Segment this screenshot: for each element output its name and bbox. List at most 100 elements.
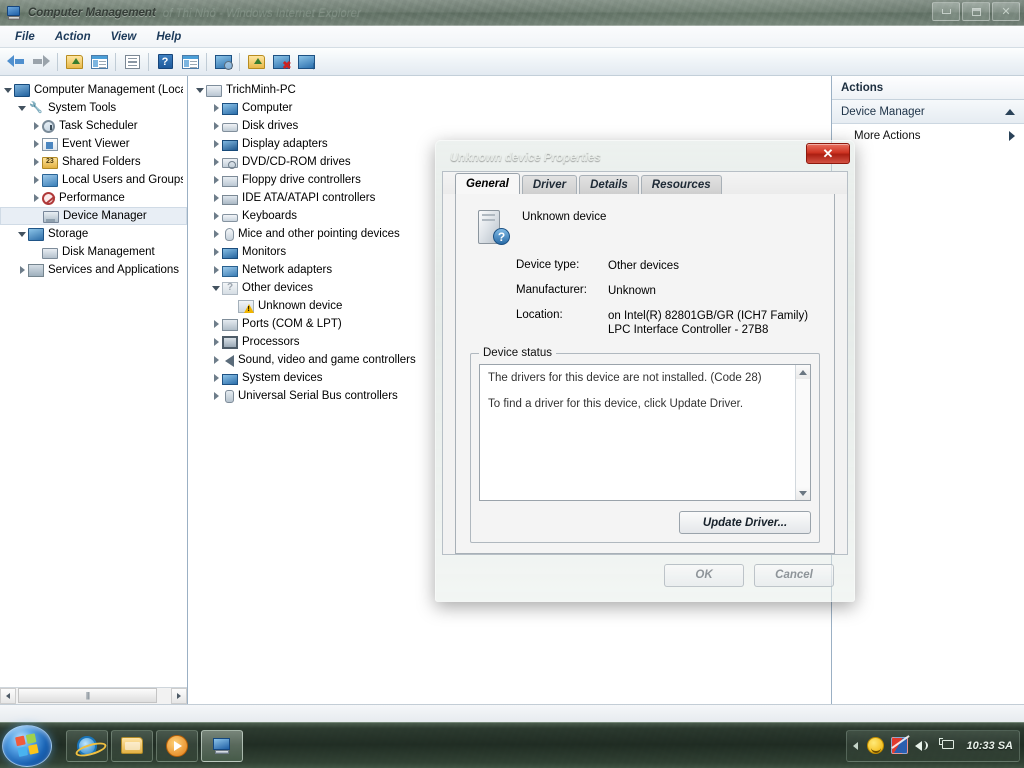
services-icon <box>28 264 44 277</box>
expander-closed-icon[interactable] <box>210 120 222 132</box>
cancel-button[interactable]: Cancel <box>754 563 834 587</box>
folder-up-icon[interactable] <box>62 50 86 74</box>
expander-open-icon[interactable] <box>210 282 222 294</box>
expander-closed-icon[interactable] <box>210 156 222 168</box>
horizontal-scrollbar[interactable] <box>0 687 187 704</box>
console-tree-item-event-viewer[interactable]: Event Viewer <box>0 135 187 153</box>
network-icon[interactable] <box>938 737 956 754</box>
console-tree-item-services-and-applications[interactable]: Services and Applications <box>0 261 187 279</box>
window-title: Computer Management <box>28 6 156 19</box>
expander-closed-icon[interactable] <box>210 390 222 402</box>
properties-icon[interactable] <box>120 50 144 74</box>
tree-label: IDE ATA/ATAPI controllers <box>242 192 376 204</box>
expander-open-icon[interactable] <box>194 84 206 96</box>
expander-closed-icon[interactable] <box>30 192 42 204</box>
toolbar: ? ✖ ↓ <box>0 48 1024 76</box>
console-tree-icon[interactable] <box>178 50 202 74</box>
tree-root-computer-management[interactable]: Computer Management (Local <box>0 81 187 99</box>
ok-button[interactable]: OK <box>664 563 744 587</box>
taskbar-computer-management[interactable] <box>201 729 243 762</box>
tab-general[interactable]: General <box>455 173 520 194</box>
scroll-down-arrow-icon[interactable] <box>796 486 810 500</box>
update-driver-icon[interactable] <box>244 50 268 74</box>
input-language-flag-icon[interactable] <box>890 737 908 754</box>
console-tree-item-task-scheduler[interactable]: Task Scheduler <box>0 117 187 135</box>
expander-closed-icon[interactable] <box>210 192 222 204</box>
expander-open-icon[interactable] <box>16 102 28 114</box>
forward-arrow-icon[interactable] <box>29 50 53 74</box>
expander-closed-icon[interactable] <box>30 138 42 150</box>
console-tree-item-local-users-and-groups[interactable]: Local Users and Groups <box>0 171 187 189</box>
device-tree-item-disk-drives[interactable]: Disk drives <box>188 117 831 135</box>
show-hidden-icons-chevron-icon[interactable] <box>852 741 858 750</box>
menu-file[interactable]: File <box>6 28 44 46</box>
expander-closed-icon[interactable] <box>210 246 222 258</box>
dialog-title-bar: Unknown device Properties ✕ <box>442 143 850 169</box>
system-tools-icon <box>28 101 44 116</box>
start-button[interactable] <box>2 724 52 767</box>
action-more-actions[interactable]: More Actions <box>832 124 1024 148</box>
console-tree-item-device-manager[interactable]: Device Manager <box>0 207 187 225</box>
expander-closed-icon[interactable] <box>30 120 42 132</box>
status-vertical-scrollbar[interactable] <box>795 365 810 500</box>
close-button[interactable]: ✕ <box>992 2 1020 21</box>
taskbar-media-player[interactable] <box>156 729 198 762</box>
expander-closed-icon[interactable] <box>210 336 222 348</box>
uninstall-device-icon[interactable]: ↓ <box>294 50 318 74</box>
taskbar-windows-explorer[interactable] <box>111 729 153 762</box>
actions-group-device-manager[interactable]: Device Manager <box>832 100 1024 124</box>
console-tree-item-performance[interactable]: Performance <box>0 189 187 207</box>
expander-closed-icon[interactable] <box>210 102 222 114</box>
scroll-left-arrow-icon[interactable] <box>0 688 16 704</box>
console-tree-item-system-tools[interactable]: System Tools <box>0 99 187 117</box>
device-tree-root[interactable]: TrichMinh-PC <box>188 81 831 99</box>
device-tree-item-computer[interactable]: Computer <box>188 99 831 117</box>
restore-button[interactable] <box>962 2 990 21</box>
chevron-up-icon[interactable] <box>1005 108 1015 115</box>
chevron-right-icon[interactable] <box>1009 131 1015 141</box>
dialog-close-button[interactable]: ✕ <box>806 143 850 164</box>
help-icon[interactable]: ? <box>153 50 177 74</box>
taskbar-internet-explorer[interactable] <box>66 729 108 762</box>
expander-closed-icon[interactable] <box>210 318 222 330</box>
volume-icon[interactable] <box>914 737 932 754</box>
tab-driver[interactable]: Driver <box>521 175 578 194</box>
back-arrow-icon[interactable] <box>4 50 28 74</box>
update-driver-button[interactable]: Update Driver... <box>679 511 811 534</box>
expander-closed-icon[interactable] <box>30 156 42 168</box>
expander-closed-icon[interactable] <box>210 354 222 366</box>
system-device-icon <box>222 373 238 385</box>
expander-closed-icon[interactable] <box>210 138 222 150</box>
disable-device-icon[interactable]: ✖ <box>269 50 293 74</box>
show-hide-tree-icon[interactable] <box>87 50 111 74</box>
expander-closed-icon[interactable] <box>210 174 222 186</box>
expander-closed-icon[interactable] <box>210 372 222 384</box>
tab-details[interactable]: Details <box>579 175 639 194</box>
scroll-up-arrow-icon[interactable] <box>796 365 810 379</box>
console-tree-item-storage[interactable]: Storage <box>0 225 187 243</box>
property-value: Unknown <box>608 285 656 297</box>
expander-closed-icon[interactable] <box>30 174 42 186</box>
tab-resources[interactable]: Resources <box>640 175 722 194</box>
scrollbar-track[interactable] <box>796 379 810 486</box>
device-status-textbox[interactable]: The drivers for this device are not inst… <box>479 364 811 501</box>
yahoo-messenger-icon[interactable] <box>866 737 884 754</box>
console-tree-item-shared-folders[interactable]: Shared Folders <box>0 153 187 171</box>
expander-closed-icon[interactable] <box>210 228 222 240</box>
expander-closed-icon[interactable] <box>210 264 222 276</box>
scrollbar-thumb[interactable] <box>18 688 157 703</box>
console-tree-item-disk-management[interactable]: Disk Management <box>0 243 187 261</box>
dialog-body: General Driver Details Resources ? Unkno… <box>442 171 848 555</box>
expander-closed-icon[interactable] <box>16 264 28 276</box>
expander-closed-icon[interactable] <box>210 210 222 222</box>
scroll-right-arrow-icon[interactable] <box>171 688 187 704</box>
menu-action[interactable]: Action <box>46 28 100 46</box>
menu-help[interactable]: Help <box>147 28 190 46</box>
expander-open-icon[interactable] <box>2 84 14 96</box>
scrollbar-track[interactable] <box>16 688 171 704</box>
taskbar-clock[interactable]: 10:33 SA <box>967 740 1013 752</box>
expander-open-icon[interactable] <box>16 228 28 240</box>
minimize-button[interactable] <box>932 2 960 21</box>
scan-hardware-icon[interactable] <box>211 50 235 74</box>
menu-view[interactable]: View <box>102 28 146 46</box>
